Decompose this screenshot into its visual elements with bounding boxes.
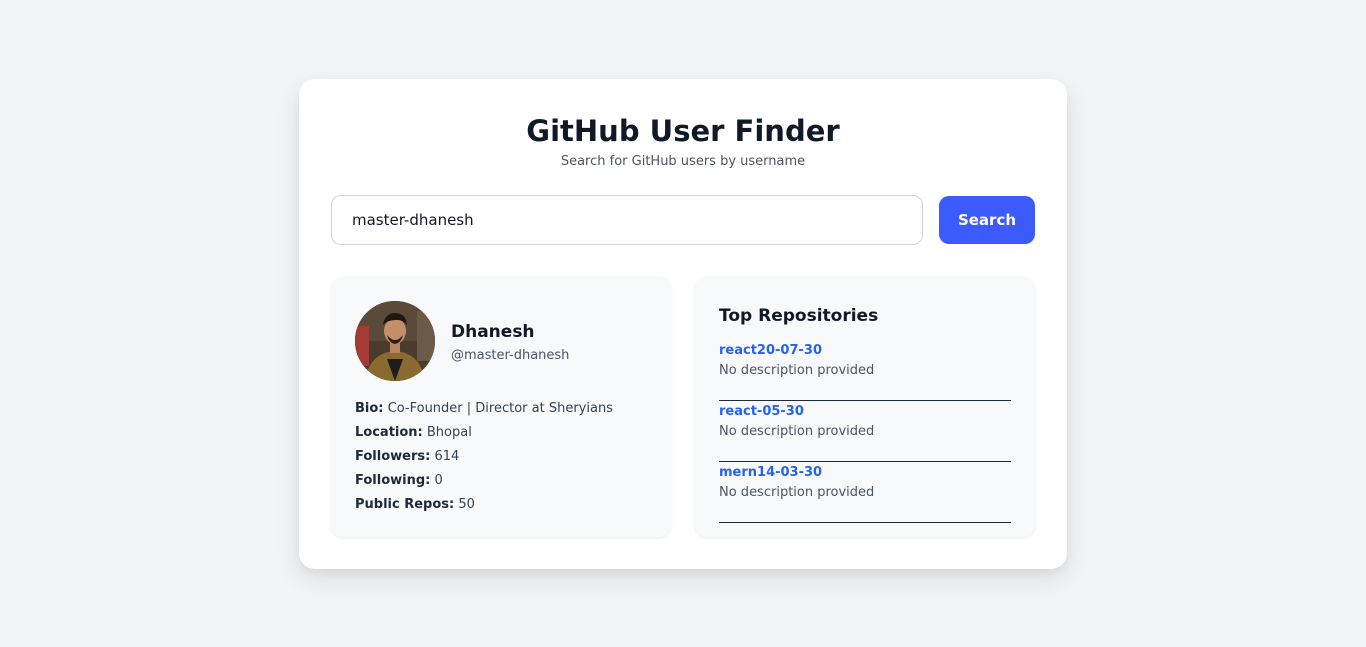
finder-card: GitHub User Finder Search for GitHub use…	[299, 79, 1067, 569]
location-row: Location: Bhopal	[355, 421, 613, 445]
location-label: Location:	[355, 425, 423, 440]
repository-description: No description provided	[719, 424, 875, 439]
repositories-panel: Top Repositories react20-07-30 No descri…	[695, 277, 1035, 537]
repository-link[interactable]: react20-07-30	[719, 341, 1011, 361]
avatar	[355, 301, 435, 381]
public-repos-row: Public Repos: 50	[355, 493, 613, 517]
location-value: Bhopal	[426, 425, 472, 440]
user-handle: @master-dhanesh	[451, 348, 570, 363]
public-repos-label: Public Repos:	[355, 497, 455, 512]
repository-item: react-05-30 No description provided	[719, 402, 1011, 462]
following-row: Following: 0	[355, 469, 613, 493]
following-label: Following:	[355, 473, 431, 488]
search-input[interactable]	[331, 195, 923, 245]
search-button[interactable]: Search	[939, 196, 1035, 244]
bio-row: Bio: Co-Founder | Director at Sheryians	[355, 397, 613, 421]
repository-item: mern14-03-30 No description provided	[719, 463, 1011, 523]
repository-link[interactable]: mern14-03-30	[719, 463, 1011, 483]
bio-value: Co-Founder | Director at Sheryians	[387, 401, 613, 416]
followers-value: 614	[434, 449, 460, 464]
avatar-photo	[355, 301, 435, 381]
page-subtitle: Search for GitHub users by username	[560, 154, 806, 169]
repository-description: No description provided	[719, 363, 875, 378]
page-title: GitHub User Finder	[526, 114, 840, 148]
user-name: Dhanesh	[451, 322, 535, 342]
profile-info: Bio: Co-Founder | Director at Sheryians …	[355, 397, 613, 517]
repository-list: react20-07-30 No description provided re…	[719, 341, 1011, 524]
followers-label: Followers:	[355, 449, 431, 464]
public-repos-value: 50	[458, 497, 475, 512]
followers-row: Followers: 614	[355, 445, 613, 469]
repository-item: react20-07-30 No description provided	[719, 341, 1011, 401]
following-value: 0	[434, 473, 443, 488]
repository-description: No description provided	[719, 485, 875, 500]
profile-panel: Dhanesh @master-dhanesh Bio: Co-Founder …	[331, 277, 671, 537]
bio-label: Bio:	[355, 401, 384, 416]
repository-link[interactable]: react-05-30	[719, 402, 1011, 422]
repositories-title: Top Repositories	[719, 306, 879, 326]
